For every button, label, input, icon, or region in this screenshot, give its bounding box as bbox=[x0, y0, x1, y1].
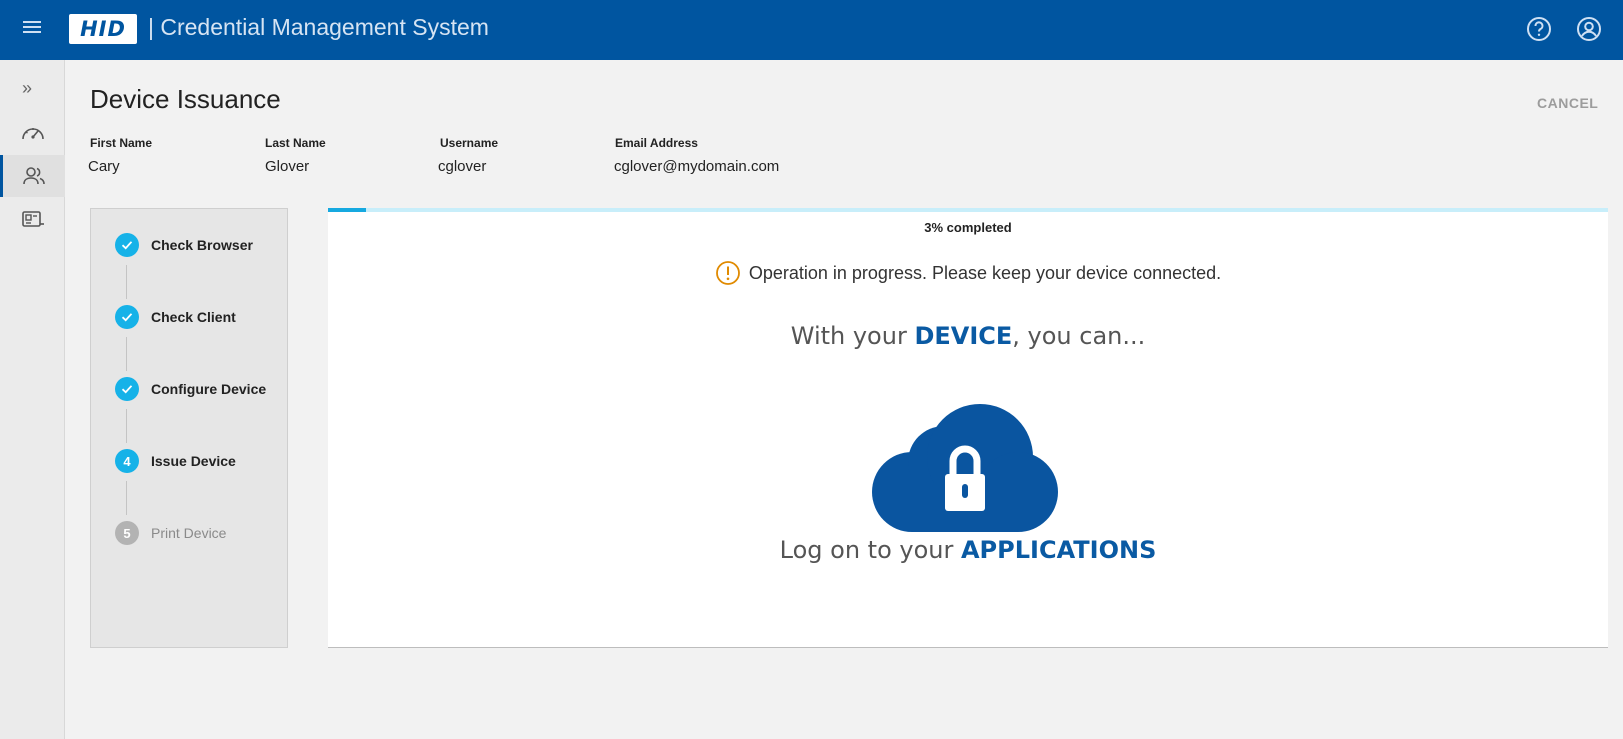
progress-text: 3% completed bbox=[924, 220, 1012, 235]
nav-dashboard[interactable] bbox=[0, 112, 65, 154]
logo-text: HID bbox=[80, 17, 126, 41]
page-title: Device Issuance bbox=[90, 84, 281, 114]
credentials-icon bbox=[21, 211, 44, 227]
users-icon bbox=[23, 167, 45, 185]
status-message-row: Operation in progress. Please keep your … bbox=[328, 260, 1608, 286]
hid-logo: HID bbox=[69, 14, 137, 44]
progress-bar bbox=[328, 208, 1608, 212]
cancel-button[interactable]: CANCEL bbox=[1537, 95, 1598, 111]
promo-subline: Log on to your APPLICATIONS bbox=[328, 536, 1608, 564]
step-label: Check Browser bbox=[151, 237, 253, 253]
first-name-label: First Name bbox=[90, 136, 153, 150]
step-label: Configure Device bbox=[151, 381, 267, 397]
step-configure-device: Configure Device bbox=[115, 377, 266, 401]
promo-text: With your bbox=[790, 322, 915, 350]
menu-icon[interactable] bbox=[20, 18, 44, 42]
promo-headline: With your DEVICE, you can... bbox=[328, 322, 1608, 350]
step-check-browser: Check Browser bbox=[115, 233, 253, 257]
check-icon bbox=[115, 305, 139, 329]
check-icon bbox=[115, 233, 139, 257]
promo-emphasis: DEVICE bbox=[914, 322, 1013, 350]
step-connector bbox=[126, 481, 127, 515]
issuance-card: 3% completed Operation in progress. Plea… bbox=[328, 208, 1608, 648]
first-name-value: Cary bbox=[88, 158, 120, 175]
step-number: 4 bbox=[115, 449, 139, 473]
step-connector bbox=[126, 337, 127, 371]
step-connector bbox=[126, 265, 127, 299]
help-icon[interactable] bbox=[1526, 16, 1552, 42]
email-label: Email Address bbox=[615, 136, 698, 150]
app-title: | Credential Management System bbox=[148, 14, 489, 40]
expand-nav-icon[interactable]: » bbox=[22, 78, 32, 99]
promo-text: Log on to your bbox=[779, 536, 961, 564]
nav-credentials[interactable] bbox=[0, 198, 65, 240]
side-nav: » bbox=[0, 60, 65, 739]
step-check-client: Check Client bbox=[115, 305, 236, 329]
account-icon[interactable] bbox=[1576, 16, 1602, 42]
cloud-lock-icon bbox=[872, 404, 1058, 532]
username-value: cglover bbox=[438, 158, 487, 175]
promo-text: , you can... bbox=[1012, 322, 1146, 350]
step-label: Check Client bbox=[151, 309, 236, 325]
promo-emphasis: APPLICATIONS bbox=[960, 536, 1157, 564]
step-label: Issue Device bbox=[151, 453, 236, 469]
progress-stepper: Check Browser Check Client Configure Dev… bbox=[90, 208, 288, 648]
last-name-label: Last Name bbox=[265, 136, 326, 150]
check-icon bbox=[115, 377, 139, 401]
step-print-device: 5 Print Device bbox=[115, 521, 226, 545]
step-connector bbox=[126, 409, 127, 443]
email-value: cglover@mydomain.com bbox=[614, 158, 780, 175]
step-issue-device: 4 Issue Device bbox=[115, 449, 236, 473]
progress-bar-fill bbox=[328, 208, 367, 212]
warning-icon bbox=[715, 261, 740, 285]
nav-users[interactable] bbox=[0, 155, 65, 197]
dashboard-icon bbox=[21, 128, 44, 140]
username-label: Username bbox=[440, 136, 499, 150]
step-number: 5 bbox=[115, 521, 139, 545]
last-name-value: Glover bbox=[265, 158, 310, 175]
top-app-bar: HID | Credential Management System bbox=[0, 0, 1623, 60]
step-label: Print Device bbox=[151, 525, 227, 541]
status-message: Operation in progress. Please keep your … bbox=[748, 262, 1222, 283]
